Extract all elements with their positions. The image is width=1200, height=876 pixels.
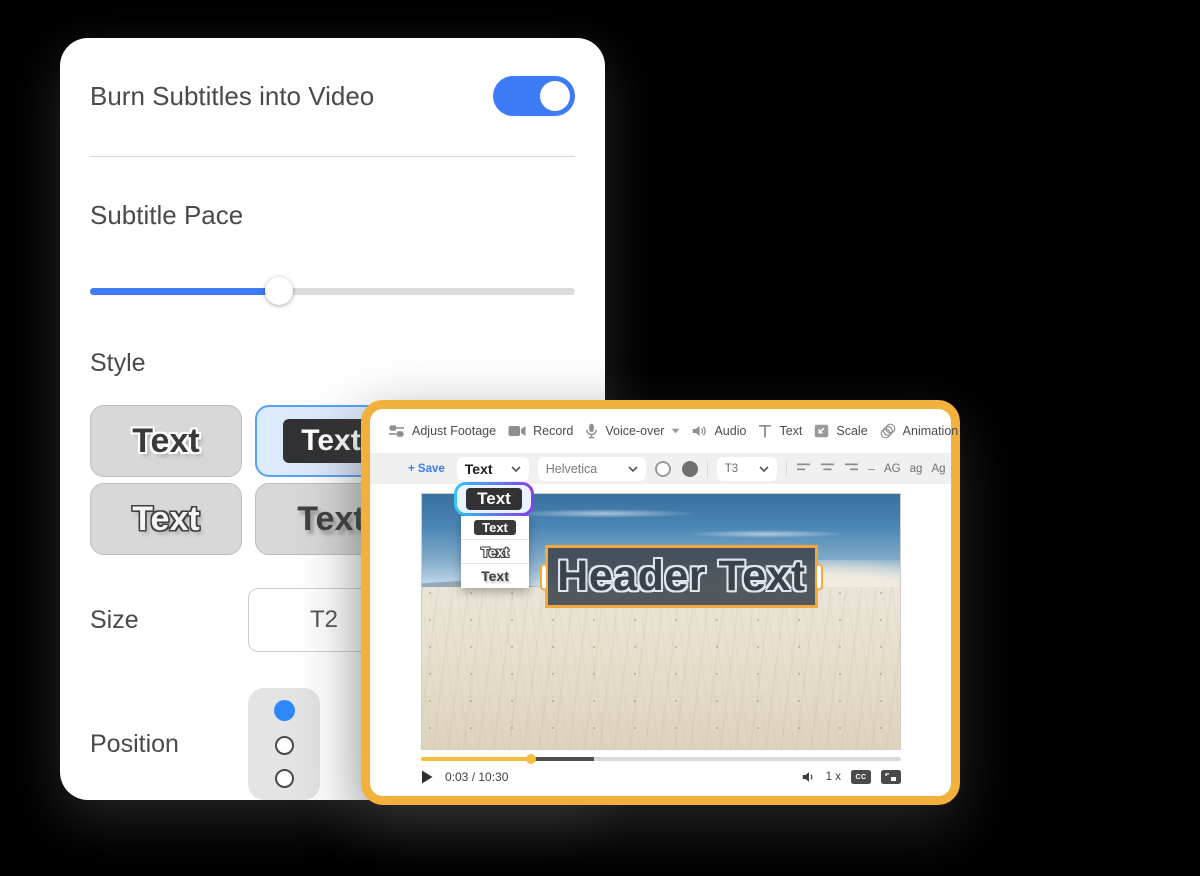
microphone-icon bbox=[585, 423, 598, 439]
outline-color-swatch[interactable] bbox=[655, 461, 671, 477]
video-editor-panel: Adjust Footage Record Voice-over Audio bbox=[361, 400, 960, 805]
toggle-knob bbox=[540, 81, 570, 111]
slider-knob[interactable] bbox=[265, 277, 293, 305]
size-label: Size bbox=[90, 606, 248, 635]
progress-handle[interactable] bbox=[526, 754, 536, 764]
chevron-down-icon bbox=[511, 466, 521, 472]
text-style-item-plain[interactable]: Text bbox=[461, 564, 529, 588]
chevron-down-icon bbox=[628, 466, 638, 472]
align-left-icon[interactable] bbox=[796, 460, 811, 478]
position-radio-middle[interactable] bbox=[275, 736, 294, 755]
text-format-bar: + Save Text Helvetica T3 – AG ag Ag bbox=[370, 453, 951, 484]
chevron-down-icon bbox=[759, 466, 769, 472]
record-button[interactable]: Record bbox=[502, 424, 579, 438]
volume-icon[interactable] bbox=[802, 771, 816, 783]
position-radio-group bbox=[248, 688, 320, 800]
format-bar-divider bbox=[786, 461, 787, 477]
resize-handle-left[interactable] bbox=[540, 563, 548, 590]
captions-button[interactable]: CC bbox=[851, 770, 871, 784]
scale-icon bbox=[814, 424, 829, 438]
time-display: 0:03 / 10:30 bbox=[445, 770, 508, 784]
speaker-icon bbox=[692, 425, 707, 437]
text-tool-button[interactable]: Text bbox=[752, 424, 808, 438]
playback-controls: 0:03 / 10:30 1 x CC bbox=[421, 770, 901, 784]
font-select[interactable]: Helvetica bbox=[538, 457, 646, 481]
style-label: Style bbox=[90, 349, 575, 378]
position-radio-top[interactable] bbox=[274, 700, 295, 721]
align-right-icon[interactable] bbox=[844, 460, 859, 478]
scale-button[interactable]: Scale bbox=[808, 424, 873, 438]
slider-fill bbox=[90, 288, 279, 295]
text-style-list: Text Text Text bbox=[461, 516, 529, 588]
text-icon bbox=[758, 424, 772, 438]
fill-color-swatch[interactable] bbox=[682, 461, 698, 477]
text-style-select[interactable]: Text bbox=[457, 457, 529, 481]
position-radio-bottom[interactable] bbox=[275, 769, 294, 788]
video-canvas: Text Text Text Text Header Text bbox=[421, 493, 901, 750]
decrease-button[interactable]: – bbox=[868, 461, 875, 476]
subtitle-pace-slider[interactable] bbox=[90, 277, 575, 305]
burn-subtitles-label: Burn Subtitles into Video bbox=[90, 81, 374, 112]
progress-played bbox=[421, 757, 531, 761]
text-size-select[interactable]: T3 bbox=[717, 457, 777, 481]
format-bar-divider bbox=[707, 461, 708, 477]
adjust-footage-button[interactable]: Adjust Footage bbox=[382, 424, 502, 438]
text-style-dropdown: Text Text Text Text bbox=[454, 482, 534, 588]
text-style-item-boxed[interactable]: Text bbox=[461, 516, 529, 540]
position-label: Position bbox=[90, 730, 248, 759]
play-button[interactable] bbox=[421, 770, 433, 784]
voice-over-button[interactable]: Voice-over bbox=[579, 423, 686, 439]
lowercase-button[interactable]: ag bbox=[910, 463, 923, 475]
selected-text-style[interactable]: Text bbox=[454, 482, 534, 516]
video-camera-icon bbox=[508, 425, 526, 437]
save-button[interactable]: + Save bbox=[408, 463, 445, 475]
editor-toolbar: Adjust Footage Record Voice-over Audio bbox=[370, 409, 951, 453]
adjust-sliders-icon bbox=[388, 424, 405, 438]
audio-button[interactable]: Audio bbox=[686, 424, 752, 438]
align-center-icon[interactable] bbox=[820, 460, 835, 478]
fullscreen-button[interactable] bbox=[881, 770, 901, 784]
text-style-item-hollow[interactable]: Text bbox=[461, 540, 529, 564]
video-progress-bar[interactable] bbox=[421, 757, 901, 761]
uppercase-button[interactable]: AG bbox=[884, 463, 901, 475]
cc-label: CC bbox=[855, 774, 866, 781]
titlecase-button[interactable]: Ag bbox=[931, 463, 945, 475]
header-text-element[interactable]: Header Text bbox=[545, 545, 818, 608]
animation-button[interactable]: Animation bbox=[874, 423, 965, 439]
animation-icon bbox=[880, 423, 896, 439]
style-option-stroke[interactable]: Text bbox=[90, 405, 242, 477]
progress-buffered bbox=[531, 757, 593, 761]
subtitle-pace-label: Subtitle Pace bbox=[90, 200, 575, 231]
caret-down-icon bbox=[671, 428, 680, 434]
header-text: Header Text bbox=[557, 552, 805, 601]
sand-foreground bbox=[422, 587, 900, 749]
burn-subtitles-toggle[interactable] bbox=[493, 76, 575, 116]
cloud bbox=[685, 530, 848, 538]
style-option-hollow[interactable]: Text bbox=[90, 483, 242, 555]
divider bbox=[90, 156, 575, 157]
playback-speed-button[interactable]: 1 x bbox=[826, 771, 841, 783]
resize-handle-right[interactable] bbox=[815, 563, 823, 590]
